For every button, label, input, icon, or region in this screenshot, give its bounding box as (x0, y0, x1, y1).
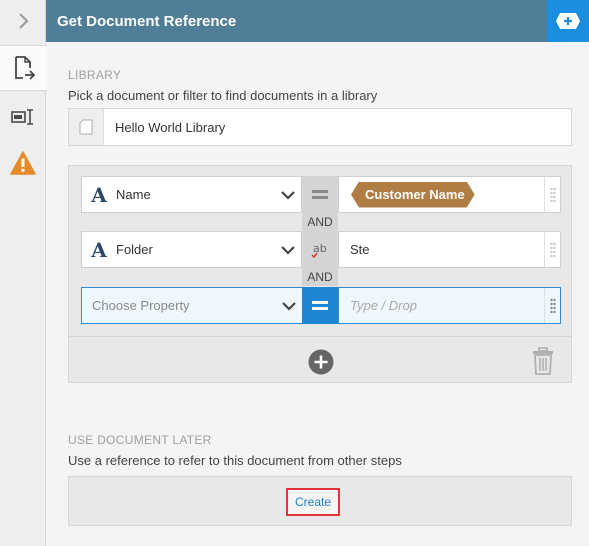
filter-panel: A Name Customer Name AND A Folder ab Ste… (68, 165, 572, 383)
rename-field-icon (11, 109, 33, 125)
panel-title: Get Document Reference (57, 12, 237, 30)
library-picker[interactable]: Hello World Library (68, 108, 572, 146)
trash-icon[interactable] (532, 347, 554, 375)
text-type-icon: A (91, 182, 107, 207)
use-later-section-title: USE DOCUMENT LATER (68, 433, 212, 447)
contains-text-icon: ab (311, 242, 327, 258)
grip-icon (549, 298, 556, 313)
drag-handle[interactable] (544, 232, 560, 267)
value-text: Ste (350, 242, 370, 257)
chevron-down-icon[interactable] (279, 186, 297, 204)
property-label: Name (116, 187, 151, 202)
operator-button[interactable]: ab (302, 231, 338, 268)
operator-button[interactable] (302, 287, 338, 324)
drag-handle[interactable] (544, 177, 560, 212)
library-section-title: LIBRARY (68, 68, 122, 82)
warning-icon (10, 151, 36, 175)
panel-header: Get Document Reference (46, 0, 589, 42)
create-link[interactable]: Create (286, 488, 340, 516)
value-token[interactable]: Customer Name (351, 182, 475, 208)
equals-icon (312, 189, 328, 199)
filter-panel-footer (69, 336, 571, 383)
filter-row: Choose Property Type / Drop (81, 287, 561, 324)
value-placeholder: Type / Drop (350, 298, 417, 313)
header-action-button[interactable] (547, 0, 589, 42)
filter-row: A Name Customer Name (81, 176, 561, 213)
property-select[interactable]: A Name (81, 176, 302, 213)
property-placeholder: Choose Property (92, 298, 190, 313)
and-connector: AND (302, 268, 338, 286)
equals-icon (312, 300, 328, 310)
chevron-down-icon[interactable] (279, 241, 297, 259)
property-label: Folder (116, 242, 153, 257)
operator-button[interactable] (302, 176, 338, 213)
tab-warnings[interactable] (0, 140, 46, 186)
left-rail (0, 0, 47, 546)
use-later-description: Use a reference to refer to this documen… (68, 453, 402, 468)
tab-document[interactable] (0, 45, 47, 91)
chevron-right-icon (19, 13, 29, 29)
value-field[interactable]: Ste (338, 231, 561, 268)
and-connector: AND (302, 213, 338, 231)
drag-handle[interactable] (544, 288, 560, 323)
value-field[interactable]: Type / Drop (338, 287, 561, 324)
app-root: Get Document Reference LIBRARY Pick a do… (0, 0, 589, 546)
rail-toggle-button[interactable] (0, 0, 46, 42)
svg-text:ab: ab (313, 242, 327, 255)
value-field[interactable]: Customer Name (338, 176, 561, 213)
property-select[interactable]: A Folder (81, 231, 302, 268)
grip-icon (549, 242, 556, 257)
tab-properties[interactable] (0, 94, 46, 140)
library-description: Pick a document or filter to find docume… (68, 88, 378, 103)
document-icon (79, 119, 93, 135)
property-select[interactable]: Choose Property (81, 287, 302, 324)
library-icon-box (69, 109, 104, 145)
chevron-down-icon[interactable] (280, 297, 298, 315)
text-type-icon: A (91, 237, 107, 262)
document-arrow-icon (14, 56, 35, 80)
grip-icon (549, 187, 556, 202)
library-value: Hello World Library (115, 119, 226, 135)
create-panel: Create (68, 476, 572, 526)
add-filter-icon[interactable] (308, 349, 334, 375)
add-icon (556, 13, 580, 29)
filter-row: A Folder ab Ste (81, 231, 561, 268)
